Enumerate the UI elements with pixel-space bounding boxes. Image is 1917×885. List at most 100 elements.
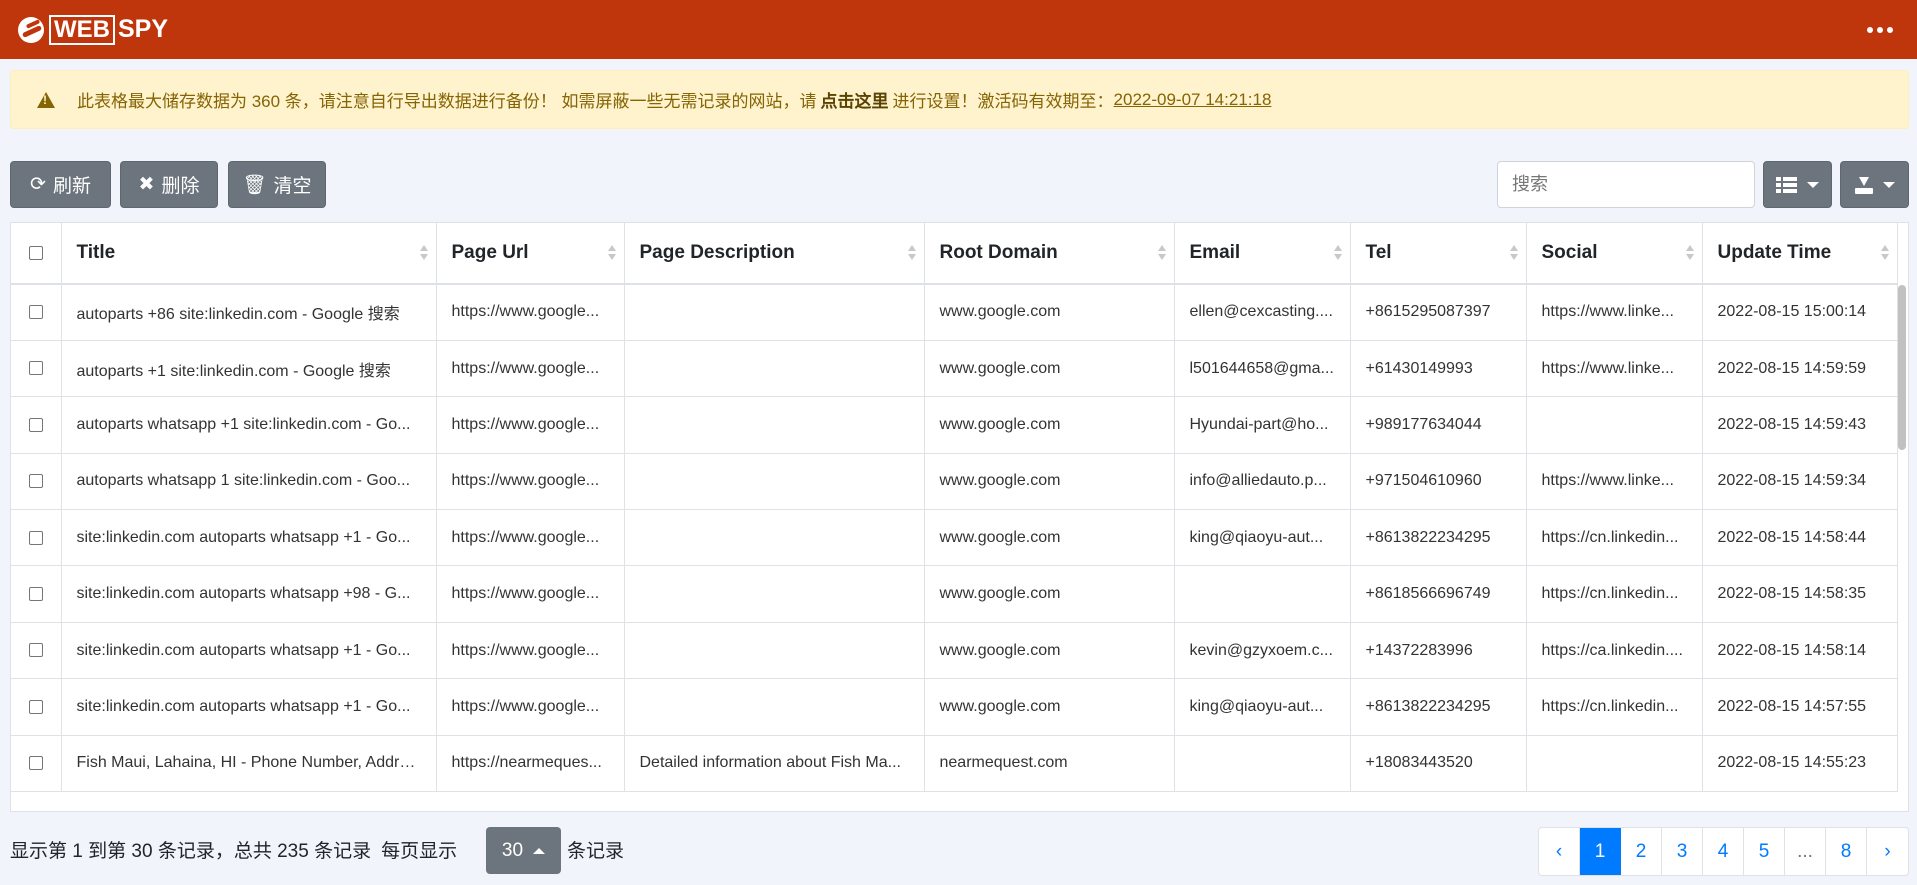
page-ellipsis: ... bbox=[1785, 828, 1826, 875]
delete-button[interactable]: ✖ 删除 bbox=[120, 161, 218, 208]
cell-tel: +8613822234295 bbox=[1350, 678, 1527, 736]
table-row[interactable]: autoparts whatsapp +1 site:linkedin.com … bbox=[11, 396, 1898, 454]
page-button-2[interactable]: 2 bbox=[1621, 828, 1662, 875]
per-page-prefix: 每页显示 bbox=[381, 841, 458, 862]
cell-page-url: https://www.google... bbox=[436, 284, 625, 341]
sort-icon bbox=[1157, 245, 1166, 260]
sort-icon bbox=[1509, 245, 1518, 260]
page-button-4[interactable]: 4 bbox=[1703, 828, 1744, 875]
row-checkbox[interactable] bbox=[28, 756, 43, 771]
page-size-dropdown[interactable]: 30 bbox=[486, 827, 561, 874]
cell-tel: +8618566696749 bbox=[1350, 565, 1527, 623]
cell-tel: +18083443520 bbox=[1350, 735, 1527, 793]
cell-email bbox=[1174, 565, 1351, 623]
column-root-domain-label: Root Domain bbox=[939, 242, 1058, 263]
cell-title: autoparts whatsapp 1 site:linkedin.com -… bbox=[61, 453, 437, 511]
column-header-title[interactable]: Title bbox=[61, 223, 437, 285]
cell-tel: +8613822234295 bbox=[1350, 509, 1527, 567]
table-row[interactable]: autoparts +1 site:linkedin.com - Google … bbox=[11, 340, 1898, 398]
row-checkbox[interactable] bbox=[28, 643, 43, 658]
cell-page-url: https://www.google... bbox=[436, 396, 625, 454]
cell-tel: +971504610960 bbox=[1350, 453, 1527, 511]
list-grid-icon bbox=[1776, 176, 1797, 193]
column-header-update-time[interactable]: Update Time bbox=[1702, 223, 1898, 285]
previous-page-button[interactable]: ‹ bbox=[1539, 828, 1580, 875]
columns-toggle-button[interactable] bbox=[1763, 161, 1832, 208]
cell-social: https://cn.linkedin... bbox=[1526, 565, 1703, 623]
column-header-root-domain[interactable]: Root Domain bbox=[924, 223, 1175, 285]
more-dots-icon[interactable] bbox=[1861, 21, 1899, 39]
table-row[interactable]: site:linkedin.com autoparts whatsapp +1 … bbox=[11, 678, 1898, 736]
clear-button[interactable]: 🗑 清空 bbox=[228, 161, 326, 208]
cell-root-domain: www.google.com bbox=[924, 284, 1175, 341]
column-header-social[interactable]: Social bbox=[1526, 223, 1703, 285]
cell-update-time: 2022-08-15 14:58:35 bbox=[1702, 565, 1898, 623]
table-row[interactable]: autoparts +86 site:linkedin.com - Google… bbox=[11, 284, 1898, 341]
cell-update-time: 2022-08-15 14:55:23 bbox=[1702, 735, 1898, 793]
alert-text-after: 进行设置！激活码有效期至： bbox=[892, 92, 1114, 111]
cell-title: autoparts +1 site:linkedin.com - Google … bbox=[61, 340, 437, 398]
column-header-email[interactable]: Email bbox=[1174, 223, 1351, 285]
row-checkbox[interactable] bbox=[28, 699, 43, 714]
cell-title: site:linkedin.com autoparts whatsapp +1 … bbox=[61, 509, 437, 567]
column-update-time-label: Update Time bbox=[1717, 242, 1832, 263]
cell-update-time: 2022-08-15 14:58:14 bbox=[1702, 622, 1898, 680]
cell-page-description bbox=[624, 396, 925, 454]
table-header-row: Title Page Url Page Description Root Dom… bbox=[11, 223, 1898, 285]
row-checkbox[interactable] bbox=[28, 361, 43, 376]
cell-update-time: 2022-08-15 14:59:59 bbox=[1702, 340, 1898, 398]
page-button-8[interactable]: 8 bbox=[1826, 828, 1867, 875]
alert-expiry-date[interactable]: 2022-09-07 14:21:18 bbox=[1114, 90, 1272, 110]
cell-update-time: 2022-08-15 15:00:14 bbox=[1702, 284, 1898, 341]
page-button-5[interactable]: 5 bbox=[1744, 828, 1785, 875]
table-row[interactable]: autoparts whatsapp 1 site:linkedin.com -… bbox=[11, 453, 1898, 511]
select-all-checkbox[interactable] bbox=[28, 245, 43, 260]
row-checkbox[interactable] bbox=[28, 417, 43, 432]
column-title-label: Title bbox=[76, 242, 116, 263]
column-header-page-description[interactable]: Page Description bbox=[624, 223, 925, 285]
row-checkbox[interactable] bbox=[28, 586, 43, 601]
download-icon bbox=[1854, 176, 1873, 194]
column-page-description-label: Page Description bbox=[639, 242, 795, 263]
chevron-up-icon bbox=[533, 847, 546, 854]
page-button-1[interactable]: 1 bbox=[1580, 828, 1621, 875]
table-row[interactable]: site:linkedin.com autoparts whatsapp +98… bbox=[11, 565, 1898, 623]
page-size-value: 30 bbox=[501, 839, 524, 861]
cell-page-url: https://www.google... bbox=[436, 622, 625, 680]
logo-boxed-text: WEB bbox=[49, 14, 115, 45]
row-checkbox[interactable] bbox=[28, 305, 43, 320]
webspy-logo[interactable]: WEB SPY bbox=[18, 14, 168, 45]
table-row[interactable]: Fish Maui, Lahaina, HI - Phone Number, A… bbox=[11, 735, 1898, 793]
chevron-down-icon bbox=[1882, 181, 1895, 188]
column-header-page-url[interactable]: Page Url bbox=[436, 223, 625, 285]
row-checkbox[interactable] bbox=[28, 474, 43, 489]
refresh-button[interactable]: ⟳ 刷新 bbox=[10, 161, 111, 208]
table-row[interactable]: site:linkedin.com autoparts whatsapp +1 … bbox=[11, 509, 1898, 567]
refresh-label: 刷新 bbox=[52, 176, 91, 197]
next-page-button[interactable]: › bbox=[1867, 828, 1908, 875]
cell-page-description bbox=[624, 453, 925, 511]
row-select-cell bbox=[11, 396, 62, 454]
cell-page-url: https://www.google... bbox=[436, 509, 625, 567]
cell-social: https://www.linke... bbox=[1526, 340, 1703, 398]
page-button-3[interactable]: 3 bbox=[1662, 828, 1703, 875]
close-icon: ✖ bbox=[138, 174, 155, 195]
column-page-url-label: Page Url bbox=[451, 242, 529, 263]
cell-update-time: 2022-08-15 14:58:44 bbox=[1702, 509, 1898, 567]
row-select-cell bbox=[11, 509, 62, 567]
row-select-cell bbox=[11, 284, 62, 341]
table-row[interactable]: site:linkedin.com autoparts whatsapp +1 … bbox=[11, 622, 1898, 680]
cell-update-time: 2022-08-15 14:59:43 bbox=[1702, 396, 1898, 454]
row-checkbox[interactable] bbox=[28, 530, 43, 545]
cell-update-time: 2022-08-15 14:57:55 bbox=[1702, 678, 1898, 736]
search-input[interactable] bbox=[1497, 161, 1755, 208]
export-button[interactable] bbox=[1840, 161, 1909, 208]
cell-title: autoparts +86 site:linkedin.com - Google… bbox=[61, 284, 437, 341]
sort-icon bbox=[607, 245, 616, 260]
cell-page-url: https://www.google... bbox=[436, 678, 625, 736]
row-select-cell bbox=[11, 453, 62, 511]
table-scrollbar[interactable] bbox=[1898, 285, 1906, 450]
alert-settings-link[interactable]: 点击这里 bbox=[821, 87, 889, 112]
column-header-tel[interactable]: Tel bbox=[1350, 223, 1527, 285]
cell-page-description bbox=[624, 509, 925, 567]
